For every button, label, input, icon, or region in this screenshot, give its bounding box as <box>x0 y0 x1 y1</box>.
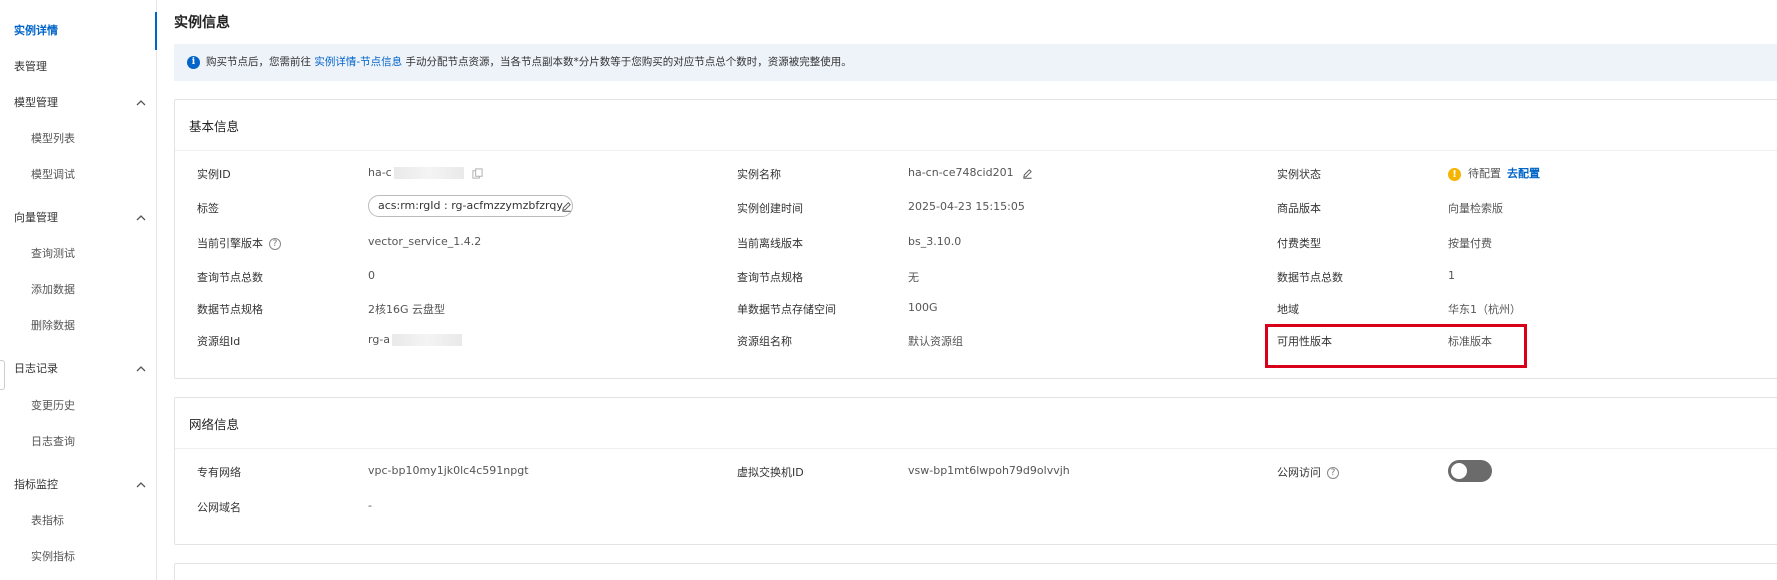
sidebar-item-model-debug[interactable]: 模型调试 <box>31 165 75 185</box>
instance-id-text: ha-c <box>368 166 392 179</box>
data-spec-value: 2核16G 云盘型 <box>368 303 446 316</box>
instance-name-value: ha-cn-ce748cid201 <box>908 166 1033 179</box>
warning-icon: ! <box>1448 167 1461 181</box>
toggle-knob <box>1451 463 1467 479</box>
page-title: 实例信息 <box>174 15 230 31</box>
sidebar-item-vector-management[interactable]: 向量管理 <box>14 208 58 228</box>
highlight-box <box>1265 324 1527 368</box>
query-nodes-label: 查询节点总数 <box>197 271 263 284</box>
resource-group-name-label: 资源组名称 <box>737 335 792 348</box>
query-spec-label: 查询节点规格 <box>737 271 803 284</box>
notice-banner: i 购买节点后，您需前往 实例详情-节点信息 手动分配节点资源，当各节点副本数*… <box>174 44 1777 81</box>
sidebar-item-model-list[interactable]: 模型列表 <box>31 129 75 149</box>
rg-id-text: rg-a <box>368 333 391 346</box>
notice-text-before: 购买节点后，您需前往 <box>206 56 311 68</box>
vswitch-label: 虚拟交换机ID <box>737 466 804 479</box>
data-nodes-value: 1 <box>1448 269 1455 282</box>
query-nodes-value: 0 <box>368 269 375 282</box>
help-icon[interactable]: ? <box>269 238 281 250</box>
engine-version-value: vector_service_1.4.2 <box>368 235 482 248</box>
main-content: 实例信息 i 购买节点后，您需前往 实例详情-节点信息 手动分配节点资源，当各节… <box>158 0 1777 580</box>
sidebar: 实例详情 表管理 模型管理 模型列表 模型调试 向量管理 查询测试 添加数据 删… <box>0 0 157 580</box>
notice-text-after: 手动分配节点资源，当各节点副本数*分片数等于您购买的对应节点总个数时，资源被完整… <box>405 56 852 68</box>
basic-info-card: 基本信息 实例ID ha-c 实例名称 ha-cn-ce748cid201 实例… <box>174 99 1777 379</box>
data-spec-label: 数据节点规格 <box>197 303 263 316</box>
sidebar-item-model-management[interactable]: 模型管理 <box>14 93 58 113</box>
instance-id-label: 实例ID <box>197 168 231 181</box>
masked-text <box>392 334 463 346</box>
masked-text <box>393 167 464 179</box>
sidebar-item-delete-data[interactable]: 删除数据 <box>31 316 75 336</box>
billing-type-label: 付费类型 <box>1277 237 1321 250</box>
basic-info-title: 基本信息 <box>189 119 240 134</box>
public-domain-value: - <box>368 499 372 512</box>
instance-name-text: ha-cn-ce748cid201 <box>908 166 1014 179</box>
sidebar-item-logs[interactable]: 日志记录 <box>14 359 58 379</box>
billing-type-value: 按量付费 <box>1448 237 1492 250</box>
chevron-up-icon[interactable] <box>134 478 148 492</box>
vpc-value: vpc-bp10my1jk0lc4c591npgt <box>368 464 529 477</box>
storage-value: 100G <box>908 301 938 314</box>
status-text: 待配置 <box>1468 167 1501 180</box>
resource-group-id-label: 资源组Id <box>197 335 241 348</box>
sidebar-collapse-handle[interactable] <box>0 360 5 390</box>
node-info-link[interactable]: 实例详情-节点信息 <box>314 56 402 68</box>
product-version-label: 商品版本 <box>1277 202 1321 215</box>
instance-status-label: 实例状态 <box>1277 168 1321 181</box>
info-icon: i <box>187 56 200 69</box>
sidebar-item-instance-details[interactable]: 实例详情 <box>14 21 58 41</box>
vswitch-value: vsw-bp1mt6lwpoh79d9olvvjh <box>908 464 1070 477</box>
engine-version-label: 当前引擎版本? <box>197 235 281 251</box>
public-access-text: 公网访问 <box>1277 466 1321 479</box>
offline-version-label: 当前离线版本 <box>737 237 803 250</box>
region-value: 华东1（杭州） <box>1448 303 1521 316</box>
chevron-up-icon[interactable] <box>134 211 148 225</box>
sidebar-item-change-history[interactable]: 变更历史 <box>31 396 75 416</box>
edit-tag-icon[interactable] <box>561 201 572 212</box>
instance-id-value: ha-c <box>368 166 483 179</box>
sidebar-item-table-metrics[interactable]: 表指标 <box>31 511 64 531</box>
configure-link[interactable]: 去配置 <box>1507 167 1540 180</box>
engine-version-text: 当前引擎版本 <box>197 237 263 250</box>
instance-name-label: 实例名称 <box>737 168 781 181</box>
next-card <box>174 563 1777 580</box>
query-spec-value: 无 <box>908 271 919 284</box>
tag-label: 标签 <box>197 202 219 215</box>
resource-group-tag[interactable]: acs:rm:rgId : rg-acfmzzymzbfzrqy <box>368 195 573 217</box>
sidebar-item-table-management[interactable]: 表管理 <box>14 57 47 77</box>
sidebar-item-query-test[interactable]: 查询测试 <box>31 244 75 264</box>
network-info-card: 网络信息 专有网络 vpc-bp10my1jk0lc4c591npgt 虚拟交换… <box>174 397 1777 545</box>
resource-group-id-value: rg-a <box>368 333 463 346</box>
sidebar-item-log-query[interactable]: 日志查询 <box>31 432 75 452</box>
edit-icon[interactable] <box>1022 168 1033 179</box>
help-icon[interactable]: ? <box>1327 467 1339 479</box>
vpc-label: 专有网络 <box>197 466 241 479</box>
network-info-title: 网络信息 <box>189 417 240 432</box>
sidebar-active-indicator <box>155 12 157 50</box>
sidebar-item-add-data[interactable]: 添加数据 <box>31 280 75 300</box>
public-access-toggle[interactable] <box>1448 460 1492 482</box>
divider <box>175 448 1777 449</box>
public-domain-label: 公网域名 <box>197 501 241 514</box>
chevron-up-icon[interactable] <box>134 362 148 376</box>
created-time-label: 实例创建时间 <box>737 202 803 215</box>
created-time-value: 2025-04-23 15:15:05 <box>908 200 1025 213</box>
offline-version-value: bs_3.10.0 <box>908 235 962 248</box>
region-label: 地域 <box>1277 303 1299 316</box>
sidebar-item-instance-metrics[interactable]: 实例指标 <box>31 547 75 567</box>
copy-icon[interactable] <box>472 167 483 179</box>
data-nodes-label: 数据节点总数 <box>1277 271 1343 284</box>
storage-label: 单数据节点存储空间 <box>737 303 836 316</box>
chevron-up-icon[interactable] <box>134 96 148 110</box>
public-access-label: 公网访问? <box>1277 464 1339 480</box>
sidebar-item-monitoring[interactable]: 指标监控 <box>14 475 58 495</box>
instance-status-value: ! 待配置 去配置 <box>1448 165 1540 181</box>
divider <box>175 150 1777 151</box>
product-version-value: 向量检索版 <box>1448 202 1503 215</box>
resource-group-name-value: 默认资源组 <box>908 335 963 348</box>
